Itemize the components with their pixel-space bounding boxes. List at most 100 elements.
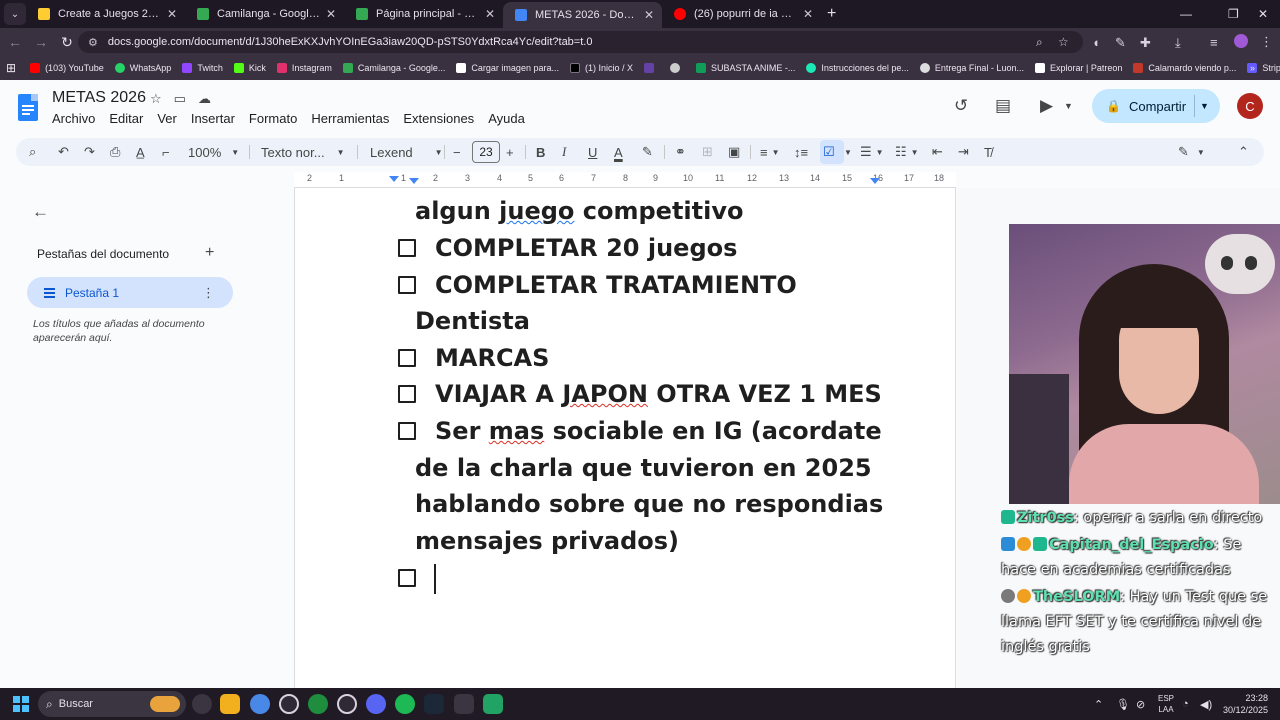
menu-insertar[interactable]: Insertar xyxy=(191,111,235,126)
text-color-button[interactable]: A xyxy=(614,138,623,166)
new-tab-button[interactable]: + xyxy=(827,5,836,23)
bookmark-entrega[interactable]: Entrega Final - Luon... xyxy=(919,63,1024,73)
meet-icon[interactable]: ▶ xyxy=(1040,96,1053,116)
bookmark-patreon[interactable]: Explorar | Patreon xyxy=(1034,63,1122,73)
chevron-down-icon[interactable]: ▼ xyxy=(1200,101,1209,111)
back-icon[interactable]: ← xyxy=(4,34,26,50)
browser-tab-active[interactable]: METAS 2026 - Documentos de ✕ xyxy=(503,2,662,28)
add-comment-icon[interactable]: ⊞ xyxy=(702,138,713,166)
increase-font-size-button[interactable]: + xyxy=(506,138,514,166)
clear-formatting-icon[interactable]: T̸ xyxy=(984,138,992,166)
obs-icon[interactable] xyxy=(279,694,299,714)
cloud-saved-icon[interactable]: ☁ xyxy=(198,91,211,107)
browser-tab[interactable]: Página principal - Google Drive ✕ xyxy=(344,0,503,28)
italic-button[interactable]: I xyxy=(562,138,566,166)
bulleted-list-icon[interactable]: ☰ ▼ xyxy=(860,138,884,166)
decrease-indent-icon[interactable]: ⇤ xyxy=(932,138,943,166)
settings-icon[interactable] xyxy=(337,694,357,714)
avatar[interactable]: C xyxy=(1237,93,1263,119)
numbered-list-icon[interactable]: ☷ ▼ xyxy=(895,138,919,166)
horizontal-ruler[interactable]: 2 1 1 2 3 4 5 6 7 8 9 10 11 12 13 14 15 … xyxy=(294,172,956,188)
mic-slash-icon[interactable]: ⊘ xyxy=(1136,688,1145,720)
media-icon[interactable]: ≡ xyxy=(1210,35,1218,50)
editing-mode-icon[interactable]: ✎ ▼ xyxy=(1178,138,1205,166)
checklist-checkbox[interactable] xyxy=(398,349,416,367)
bookmark-purple[interactable] xyxy=(643,63,659,73)
extensions-puzzle-icon[interactable]: ✚ xyxy=(1140,35,1151,51)
bookmark-twitch[interactable]: Twitch xyxy=(182,63,223,73)
browser-tab[interactable]: Create a Juegos 2025 Tier List - ✕ xyxy=(26,0,185,28)
add-tab-button[interactable]: + xyxy=(205,244,214,262)
sheets-app-icon[interactable] xyxy=(483,694,503,714)
bookmark-instagram[interactable]: Instagram xyxy=(276,63,332,73)
font-size-input[interactable]: 23 xyxy=(472,141,500,163)
decrease-font-size-button[interactable]: − xyxy=(453,138,461,166)
highlight-icon[interactable]: ✎ xyxy=(642,138,653,166)
windows-start-icon[interactable] xyxy=(13,696,29,712)
right-indent-marker[interactable] xyxy=(870,178,880,184)
share-button[interactable]: 🔒 Compartir ▼ xyxy=(1092,89,1220,123)
browser-menu-icon[interactable]: ⋮ xyxy=(1260,34,1273,50)
checklist-checkbox[interactable] xyxy=(398,569,416,587)
link-icon[interactable]: ⚭ xyxy=(675,138,686,166)
bookmark-youtube[interactable]: (103) YouTube xyxy=(30,63,104,73)
sidebar-item-pestana-1[interactable]: Pestaña 1 ⋮ xyxy=(27,277,233,308)
spellcheck-icon[interactable]: A̲ xyxy=(136,138,145,166)
bookmark-upload[interactable]: Cargar imagen para... xyxy=(456,63,559,73)
search-menus-icon[interactable]: ⌕ xyxy=(29,138,36,166)
chevron-down-icon[interactable]: ▼ xyxy=(844,138,852,166)
document-title[interactable]: METAS 2026 xyxy=(52,89,146,107)
bookmark-whatsapp[interactable]: WhatsApp xyxy=(114,63,171,73)
insert-image-icon[interactable]: ▣ xyxy=(728,138,740,166)
file-explorer-icon[interactable] xyxy=(220,694,240,714)
browser-tab[interactable]: (26) popurri de ia seque un ric ✕ xyxy=(662,0,821,28)
redo-icon[interactable]: ↷ xyxy=(84,138,95,166)
minimize-button[interactable]: — xyxy=(1180,0,1192,28)
copilot-icon[interactable] xyxy=(192,694,212,714)
zoom-icon[interactable]: ⌕ xyxy=(1036,31,1043,53)
bold-button[interactable]: B xyxy=(536,138,545,166)
reload-icon[interactable]: ↻ xyxy=(56,34,78,51)
profile-avatar[interactable] xyxy=(1234,34,1248,48)
chevron-down-icon[interactable]: ▼ xyxy=(1064,101,1073,111)
menu-herramientas[interactable]: Herramientas xyxy=(311,111,389,126)
discord-icon[interactable] xyxy=(366,694,386,714)
line-spacing-icon[interactable]: ↕≡ xyxy=(794,138,808,166)
docs-logo-icon[interactable] xyxy=(18,94,38,121)
close-icon[interactable]: ✕ xyxy=(644,8,654,22)
collapse-menus-icon[interactable]: ⌃ xyxy=(1238,138,1249,166)
xbox-icon[interactable] xyxy=(308,694,328,714)
increase-indent-icon[interactable]: ⇥ xyxy=(958,138,969,166)
comments-icon[interactable]: ▤ xyxy=(995,96,1011,116)
restore-button[interactable]: ❐ xyxy=(1228,0,1239,28)
apps-icon[interactable]: ⊞ xyxy=(6,61,16,75)
menu-ver[interactable]: Ver xyxy=(157,111,177,126)
bookmark-sheets[interactable]: SUBASTA ANIME -... xyxy=(695,63,795,73)
checklist-checkbox[interactable] xyxy=(398,239,416,257)
extension-icon[interactable]: ◖ xyxy=(1092,35,1100,50)
more-options-icon[interactable]: ⋮ xyxy=(202,285,215,301)
chrome-icon[interactable] xyxy=(250,694,270,714)
forward-icon[interactable]: → xyxy=(30,34,52,50)
menu-ayuda[interactable]: Ayuda xyxy=(488,111,525,126)
move-folder-icon[interactable]: ▭ xyxy=(174,91,186,107)
style-select[interactable]: Texto nor... ▼ xyxy=(261,138,345,166)
taskbar-search[interactable]: ⌕ Buscar xyxy=(38,691,186,717)
browser-tab[interactable]: Camilanga - Google Drive ✕ xyxy=(185,0,344,28)
paint-format-icon[interactable]: ⌐ xyxy=(162,138,170,166)
site-info-icon[interactable]: ⚙ xyxy=(88,36,98,49)
menu-extensiones[interactable]: Extensiones xyxy=(403,111,474,126)
omnibox[interactable]: ⚙ docs.google.com/document/d/1J30heExKXJ… xyxy=(78,31,1083,53)
bookmark-calamardo[interactable]: Calamardo viendo p... xyxy=(1133,63,1236,73)
bookmark-x[interactable]: (1) Inicio / X xyxy=(569,63,633,73)
wifi-icon[interactable]: ◔ xyxy=(1182,688,1189,720)
menu-archivo[interactable]: Archivo xyxy=(52,111,95,126)
history-icon[interactable]: ↺ xyxy=(954,96,968,116)
document-page[interactable]: algun juego competitivo COMPLETAR 20 jue… xyxy=(294,188,956,688)
language-indicator[interactable]: ESP LAA xyxy=(1158,693,1174,715)
close-icon[interactable]: ✕ xyxy=(485,7,495,21)
download-icon[interactable]: ⤓ xyxy=(1175,35,1181,51)
steam-icon[interactable] xyxy=(424,694,444,714)
close-icon[interactable]: ✕ xyxy=(167,7,177,21)
menu-formato[interactable]: Formato xyxy=(249,111,297,126)
